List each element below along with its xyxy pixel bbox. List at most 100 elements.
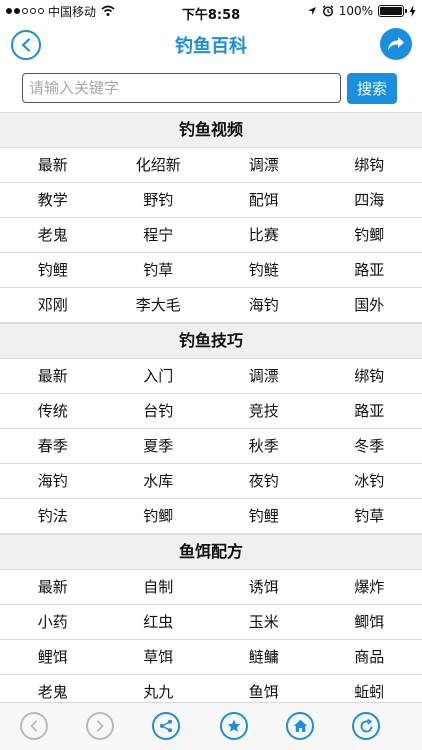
category-link[interactable]: 爆炸 xyxy=(317,570,422,604)
category-row: 老鬼 丸九 鱼饵 蚯蚓 xyxy=(0,675,422,702)
category-link[interactable]: 调漂 xyxy=(211,359,317,393)
toolbar-share-button[interactable] xyxy=(152,712,180,740)
category-row: 最新 化绍新 调漂 绑钩 xyxy=(0,148,422,183)
category-row: 钓法 钓鲫 钓鲤 钓草 xyxy=(0,499,422,534)
search-button[interactable]: 搜索 xyxy=(347,73,397,104)
section-header: 钓鱼技巧 xyxy=(0,323,422,359)
category-row: 传统 台钓 竞技 路亚 xyxy=(0,394,422,429)
category-link[interactable]: 丸九 xyxy=(106,675,212,702)
category-link[interactable]: 化绍新 xyxy=(106,148,212,182)
category-row: 春季 夏季 秋季 冬季 xyxy=(0,429,422,464)
battery-icon xyxy=(378,5,407,17)
category-row: 最新 入门 调漂 绑钩 xyxy=(0,359,422,394)
category-link[interactable]: 李大毛 xyxy=(106,288,212,322)
category-link[interactable]: 绑钩 xyxy=(317,148,422,182)
category-link[interactable]: 冬季 xyxy=(317,429,422,463)
page-title: 钓鱼百科 xyxy=(175,36,247,57)
category-link[interactable]: 诱饵 xyxy=(211,570,317,604)
category-link[interactable]: 最新 xyxy=(0,148,106,182)
category-link[interactable]: 钓鲤 xyxy=(211,499,317,533)
category-link[interactable]: 水库 xyxy=(106,464,212,498)
category-row: 鲤饵 草饵 鲢鳙 商品 xyxy=(0,640,422,675)
category-link[interactable]: 红虫 xyxy=(106,605,212,639)
nav-bar: 钓鱼百科 xyxy=(0,22,422,66)
category-link[interactable]: 传统 xyxy=(0,394,106,428)
category-link[interactable]: 野钓 xyxy=(106,183,212,217)
home-button[interactable] xyxy=(286,712,314,740)
category-link[interactable]: 钓法 xyxy=(0,499,106,533)
category-link[interactable]: 国外 xyxy=(317,288,422,322)
category-link[interactable]: 鲤饵 xyxy=(0,640,106,674)
category-link[interactable]: 秋季 xyxy=(211,429,317,463)
status-right: 100% xyxy=(307,0,416,22)
category-list: 钓鱼视频 最新 化绍新 调漂 绑钩 教学 野钓 配饵 四海 老鬼 程宁 比赛 钓鲫 钓鲤 钓草 钓鲢 路亚 邓刚李… xyxy=(0,112,422,702)
category-link[interactable]: 春季 xyxy=(0,429,106,463)
category-row: 邓刚 李大毛 海钓 国外 xyxy=(0,288,422,323)
search-row: 搜索 xyxy=(0,66,422,112)
section-header: 鱼饵配方 xyxy=(0,534,422,570)
category-link[interactable]: 最新 xyxy=(0,359,106,393)
category-link[interactable]: 小药 xyxy=(0,605,106,639)
category-link[interactable]: 调漂 xyxy=(211,148,317,182)
category-link[interactable]: 绑钩 xyxy=(317,359,422,393)
favorite-button[interactable] xyxy=(220,712,248,740)
search-input[interactable] xyxy=(22,73,341,103)
category-link[interactable]: 钓鲤 xyxy=(0,253,106,287)
location-arrow-icon xyxy=(307,7,316,15)
category-link[interactable]: 冰钓 xyxy=(317,464,422,498)
category-link[interactable]: 玉米 xyxy=(211,605,317,639)
battery-percent: 100% xyxy=(338,4,373,18)
category-link[interactable]: 鲫饵 xyxy=(317,605,422,639)
category-link[interactable]: 草饵 xyxy=(106,640,212,674)
category-row: 海钓 水库 夜钓 冰钓 xyxy=(0,464,422,499)
category-link[interactable]: 最新 xyxy=(0,570,106,604)
back-icon xyxy=(30,720,37,732)
category-row: 老鬼 程宁 比赛 钓鲫 xyxy=(0,218,422,253)
category-link[interactable]: 夜钓 xyxy=(211,464,317,498)
category-link[interactable]: 蚯蚓 xyxy=(317,675,422,702)
category-link[interactable]: 钓鲢 xyxy=(211,253,317,287)
category-link[interactable]: 钓鲫 xyxy=(106,499,212,533)
browser-back-button[interactable] xyxy=(20,712,48,740)
category-link[interactable]: 程宁 xyxy=(106,218,212,252)
category-link[interactable]: 老鬼 xyxy=(0,218,106,252)
category-link[interactable]: 商品 xyxy=(317,640,422,674)
category-link[interactable]: 教学 xyxy=(0,183,106,217)
category-link[interactable]: 钓鲫 xyxy=(317,218,422,252)
section-header: 钓鱼视频 xyxy=(0,112,422,148)
category-link[interactable]: 钓草 xyxy=(317,499,422,533)
category-link[interactable]: 入门 xyxy=(106,359,212,393)
category-link[interactable]: 老鬼 xyxy=(0,675,106,702)
category-link[interactable]: 四海 xyxy=(317,183,422,217)
refresh-button[interactable] xyxy=(352,712,380,740)
category-link[interactable]: 钓草 xyxy=(106,253,212,287)
share-arrow-icon xyxy=(388,37,404,51)
share-button[interactable] xyxy=(380,28,412,60)
favorite-star-icon xyxy=(227,719,241,732)
category-link[interactable]: 台钓 xyxy=(106,394,212,428)
category-link[interactable]: 路亚 xyxy=(317,253,422,287)
forward-icon xyxy=(97,720,104,732)
category-link[interactable]: 鲢鳙 xyxy=(211,640,317,674)
category-link[interactable]: 配饵 xyxy=(211,183,317,217)
category-link[interactable]: 海钓 xyxy=(211,288,317,322)
charging-bolt-icon xyxy=(409,5,416,17)
category-link[interactable]: 邓刚 xyxy=(0,288,106,322)
category-link[interactable]: 夏季 xyxy=(106,429,212,463)
category-row: 教学 野钓 配饵 四海 xyxy=(0,183,422,218)
category-row: 小药 红虫 玉米 鲫饵 xyxy=(0,605,422,640)
category-row: 钓鲤 钓草 钓鲢 路亚 xyxy=(0,253,422,288)
home-icon xyxy=(293,719,307,732)
bottom-toolbar xyxy=(0,702,422,750)
category-link[interactable]: 海钓 xyxy=(0,464,106,498)
browser-forward-button[interactable] xyxy=(86,712,114,740)
category-row: 最新 自制 诱饵 爆炸 xyxy=(0,570,422,605)
category-link[interactable]: 自制 xyxy=(106,570,212,604)
category-link[interactable]: 鱼饵 xyxy=(211,675,317,702)
category-link[interactable]: 竞技 xyxy=(211,394,317,428)
category-link[interactable]: 路亚 xyxy=(317,394,422,428)
alarm-clock-icon xyxy=(322,5,334,17)
category-link[interactable]: 比赛 xyxy=(211,218,317,252)
share-icon xyxy=(160,719,172,733)
refresh-icon xyxy=(360,718,372,732)
